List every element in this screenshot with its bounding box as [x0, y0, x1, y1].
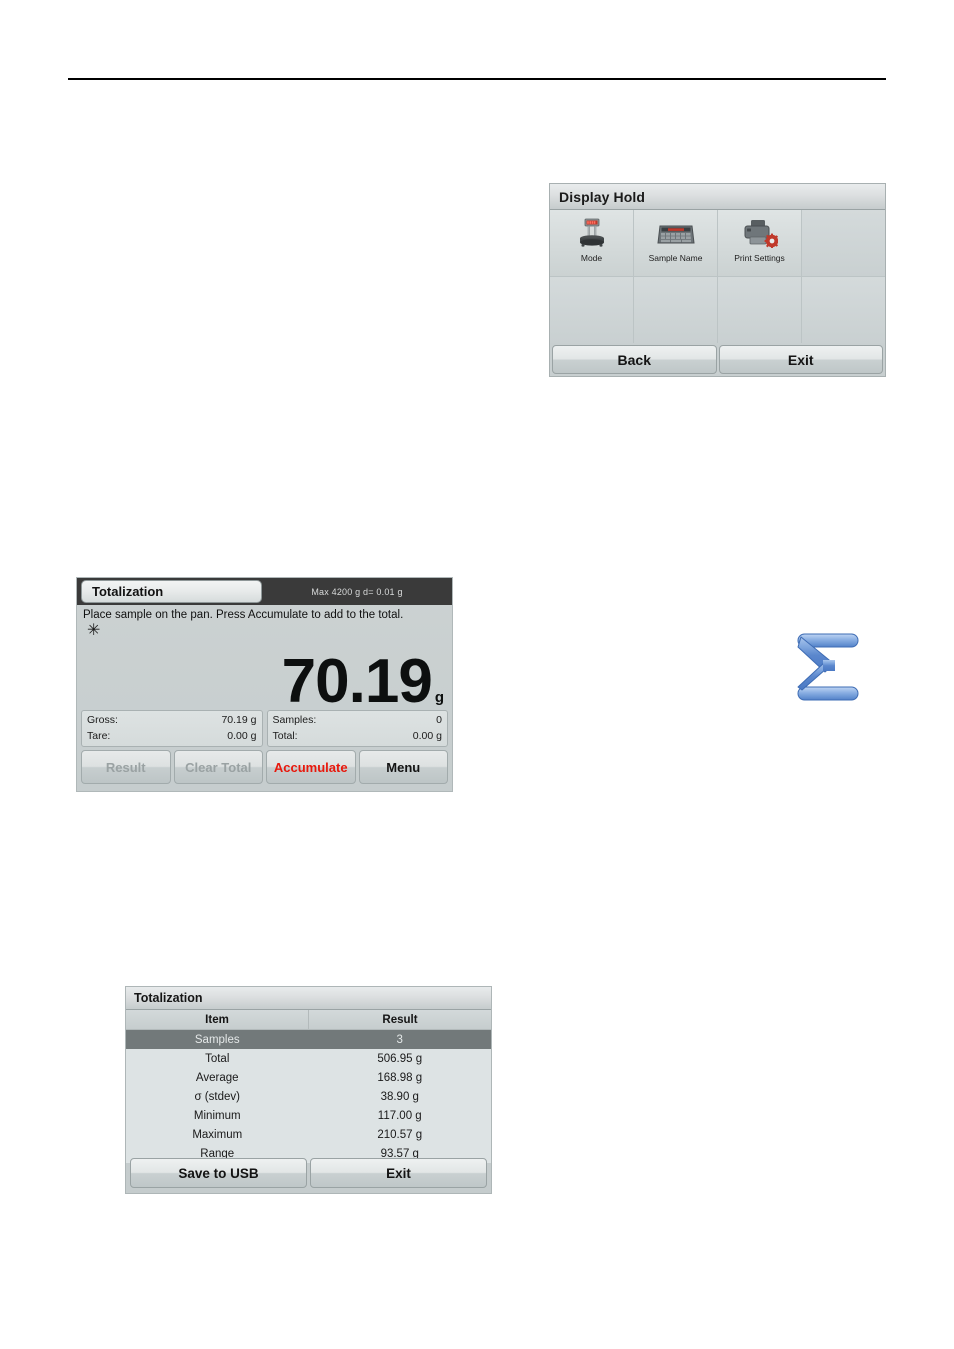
results-titlebar: Totalization	[126, 987, 491, 1010]
menu-item-mode-label: Mode	[580, 253, 603, 263]
sample-name-icon	[656, 216, 696, 250]
gross-tare-box: Gross: 70.19 g Tare: 0.00 g	[81, 710, 263, 747]
menu-item-mode[interactable]: Mode	[550, 210, 633, 276]
mode-icon	[572, 216, 612, 250]
results-title: Totalization	[134, 991, 203, 1005]
row-result: 3	[308, 1029, 491, 1049]
stability-marker-icon: ✳	[87, 622, 101, 639]
table-row[interactable]: σ (stdev) 38.90 g	[126, 1087, 491, 1106]
table-row[interactable]: Samples 3	[126, 1029, 491, 1049]
total-value: 0.00 g	[412, 729, 442, 742]
menu-slot-empty-1	[802, 210, 885, 276]
menu-slot-empty-4	[718, 277, 801, 343]
totalization-button-row: Result Clear Total Accumulate Menu	[77, 747, 452, 788]
row-result: 117.00 g	[308, 1106, 491, 1125]
total-row: Total: 0.00 g	[273, 729, 443, 744]
row-result: 38.90 g	[308, 1087, 491, 1106]
display-hold-button-row: Back Exit	[550, 343, 885, 377]
tare-value: 0.00 g	[227, 729, 257, 742]
gross-value: 70.19 g	[221, 714, 257, 727]
row-result: 168.98 g	[308, 1068, 491, 1087]
display-hold-titlebar: Display Hold	[550, 184, 885, 210]
weight-value: 70.19	[281, 646, 433, 716]
clear-total-button[interactable]: Clear Total	[173, 750, 263, 784]
tare-row: Tare: 0.00 g	[87, 729, 257, 744]
table-row[interactable]: Maximum 210.57 g	[126, 1125, 491, 1144]
totalization-weighing-screen: Totalization Max 4200 g d= 0.01 g Place …	[76, 577, 453, 792]
results-table-body: Samples 3 Total 506.95 g Average 168.98 …	[126, 1029, 491, 1163]
total-label: Total:	[272, 729, 298, 742]
row-item: Total	[126, 1049, 309, 1068]
row-item: Samples	[126, 1029, 309, 1049]
save-to-usb-button[interactable]: Save to USB	[130, 1158, 307, 1188]
back-button[interactable]: Back	[552, 345, 717, 374]
results-header-row: Item Result	[126, 1010, 491, 1030]
weight-display-area: ✳ 70.19 g	[77, 621, 452, 716]
exit-button[interactable]: Exit	[718, 345, 883, 374]
weight-readout: 70.19 g	[281, 646, 444, 716]
row-item: Minimum	[126, 1106, 309, 1125]
weight-unit: g	[434, 689, 444, 706]
row-result: 506.95 g	[308, 1049, 491, 1068]
samples-value: 0	[436, 714, 442, 727]
menu-slot-empty-2	[550, 277, 633, 343]
column-header-item: Item	[126, 1010, 309, 1030]
gross-row: Gross: 70.19 g	[87, 713, 257, 728]
table-row[interactable]: Average 168.98 g	[126, 1068, 491, 1087]
results-table: Item Result Samples 3 Total 506.95 g Ave…	[126, 1010, 491, 1163]
column-header-result: Result	[308, 1010, 491, 1030]
tare-label: Tare:	[87, 729, 111, 742]
row-item: Maximum	[126, 1125, 309, 1144]
menu-button[interactable]: Menu	[358, 750, 448, 784]
application-mode-tab[interactable]: Totalization	[81, 580, 262, 603]
menu-item-sample-name-label: Sample Name	[648, 253, 703, 263]
display-hold-icon-grid: Mode Sample Name Print Settings	[550, 210, 885, 343]
page-header-rule	[68, 78, 886, 80]
menu-item-print-settings[interactable]: Print Settings	[718, 210, 801, 276]
print-settings-icon	[740, 216, 780, 250]
menu-item-sample-name[interactable]: Sample Name	[634, 210, 717, 276]
display-hold-title: Display Hold	[559, 188, 645, 205]
instruction-text: Place sample on the pan. Press Accumulat…	[83, 609, 404, 621]
gross-label: Gross:	[87, 714, 118, 727]
capacity-readability-label: Max 4200 g d= 0.01 g	[311, 586, 403, 597]
row-item: Average	[126, 1068, 309, 1087]
display-hold-screen: Display Hold Mode Sample Name Print Sett…	[549, 183, 886, 377]
row-item: σ (stdev)	[126, 1087, 309, 1106]
table-row[interactable]: Total 506.95 g	[126, 1049, 491, 1068]
menu-item-print-settings-label: Print Settings	[734, 253, 785, 263]
results-button-row: Save to USB Exit	[126, 1155, 491, 1193]
results-exit-button[interactable]: Exit	[310, 1158, 487, 1188]
menu-slot-empty-5	[802, 277, 885, 343]
sigma-totalization-icon	[789, 629, 869, 705]
accumulate-button[interactable]: Accumulate	[266, 750, 356, 784]
result-button[interactable]: Result	[81, 750, 171, 784]
totalization-results-screen: Totalization Item Result Samples 3 Total…	[125, 986, 492, 1194]
totalization-topbar: Totalization Max 4200 g d= 0.01 g	[77, 578, 452, 605]
menu-slot-empty-3	[634, 277, 717, 343]
table-row[interactable]: Minimum 117.00 g	[126, 1106, 491, 1125]
row-result: 210.57 g	[308, 1125, 491, 1144]
